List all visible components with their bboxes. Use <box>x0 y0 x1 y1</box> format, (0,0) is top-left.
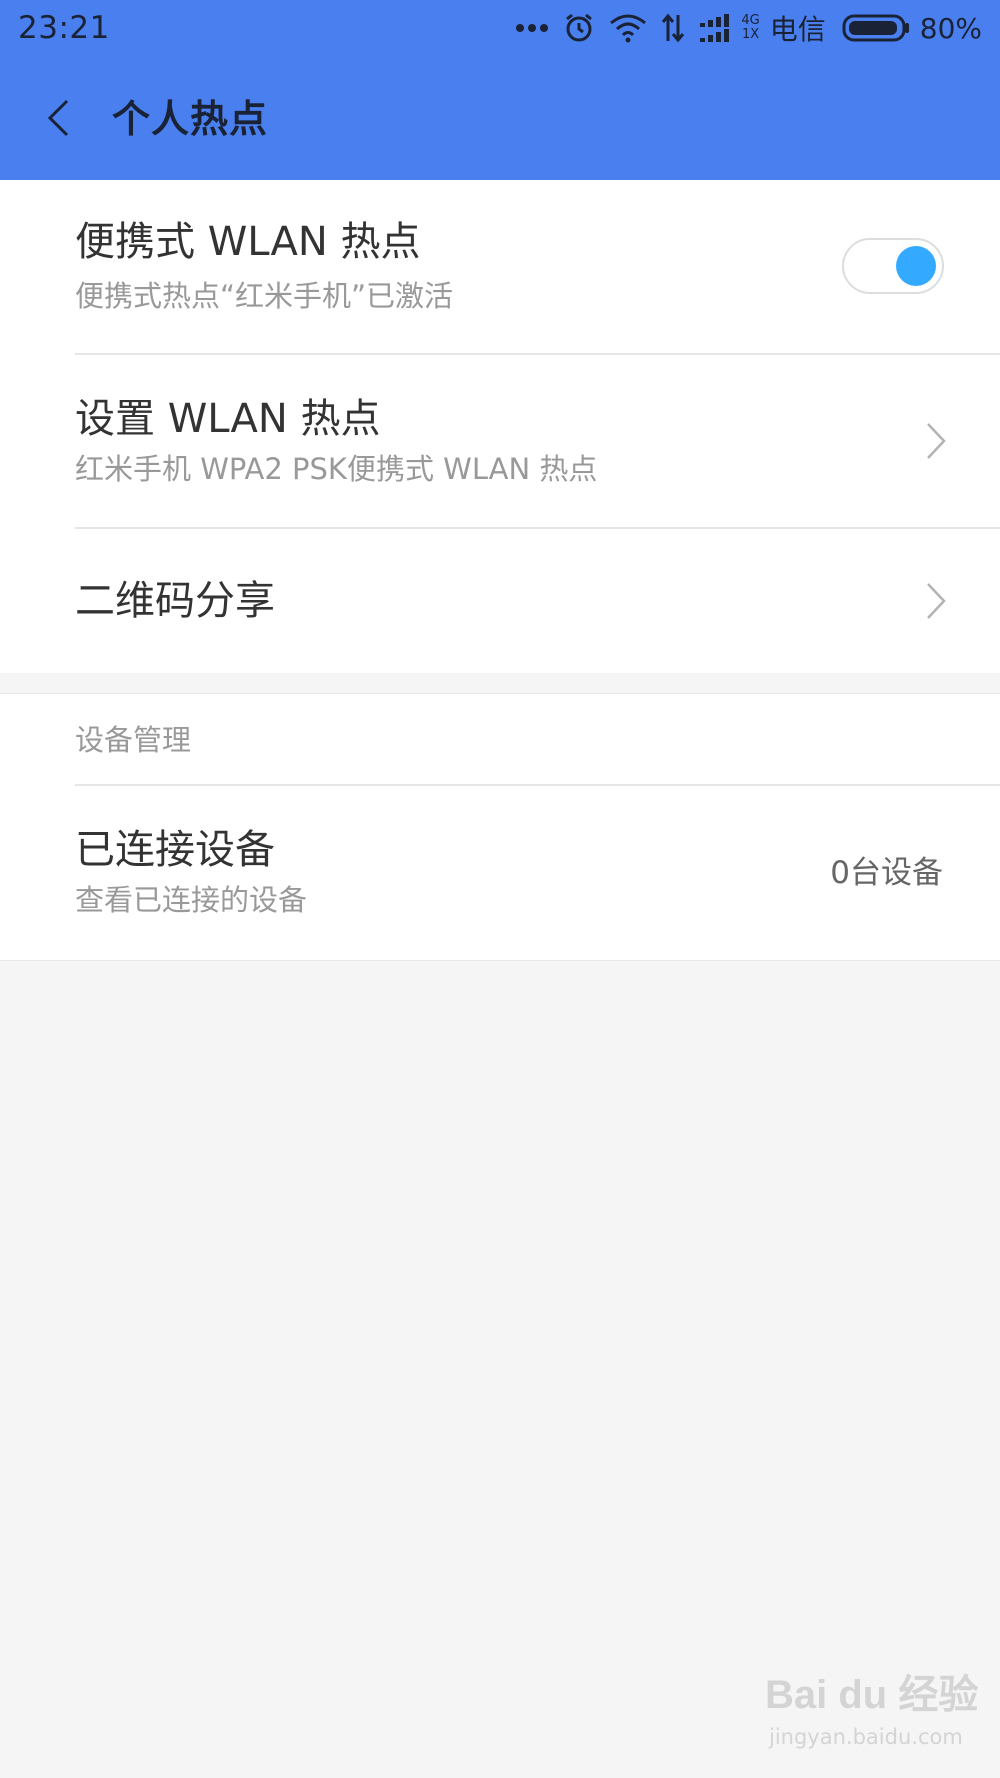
status-icons: 4G 1X 电信 80% <box>501 8 982 48</box>
wifi-icon <box>609 13 647 43</box>
portable-wlan-subtitle: 便携式热点“红米手机”已激活 <box>75 279 454 313</box>
setup-wlan-hotspot-row[interactable]: 设置 WLAN 热点 红米手机 WPA2 PSK便携式 WLAN 热点 <box>0 355 1000 527</box>
status-time: 23:21 <box>18 10 110 46</box>
chevron-right-icon <box>927 583 946 619</box>
connected-devices-subtitle: 查看已连接的设备 <box>75 883 308 917</box>
portable-wlan-title: 便携式 WLAN 热点 <box>75 219 421 265</box>
baidu-jingyan-watermark: Bai du 经验 jingyan.baidu.com <box>765 1672 978 1758</box>
watermark-url: jingyan.baidu.com <box>769 1725 963 1749</box>
network-type-bottom: 1X <box>741 27 760 42</box>
section-header-device-management: 设备管理 <box>75 723 192 757</box>
chevron-right-icon <box>927 423 946 459</box>
qr-share-title: 二维码分享 <box>75 578 275 624</box>
page-title: 个人热点 <box>112 97 269 141</box>
chevron-left-icon <box>47 99 69 137</box>
setup-wlan-subtitle: 红米手机 WPA2 PSK便携式 WLAN 热点 <box>75 452 598 486</box>
back-button[interactable] <box>36 92 80 144</box>
portable-wlan-toggle[interactable] <box>842 238 944 294</box>
toggle-knob <box>896 246 936 286</box>
setup-wlan-title: 设置 WLAN 热点 <box>75 396 381 442</box>
alarm-icon <box>563 12 595 44</box>
connected-devices-title: 已连接设备 <box>75 827 275 873</box>
carrier-label: 电信 <box>769 13 826 46</box>
more-dots-icon <box>515 22 549 34</box>
battery-percent: 80% <box>919 11 982 45</box>
qr-share-row[interactable]: 二维码分享 <box>0 529 1000 673</box>
network-type: 4G 1X <box>741 14 759 42</box>
data-transfer-icon <box>661 13 685 43</box>
signal-icon <box>699 13 735 43</box>
status-bar: 23:21 4G 1X 电信 80% <box>0 0 1000 56</box>
network-type-top: 4G <box>741 13 760 28</box>
toolbar: 个人热点 <box>0 70 1000 166</box>
battery-icon <box>842 14 910 42</box>
app-header: 23:21 4G 1X 电信 80% 个人热点 <box>0 0 1000 180</box>
watermark-brand: Bai du 经验 <box>765 1673 979 1717</box>
connected-devices-row[interactable]: 已连接设备 查看已连接的设备 0台设备 <box>0 786 1000 958</box>
connected-devices-count: 0台设备 <box>830 855 943 891</box>
